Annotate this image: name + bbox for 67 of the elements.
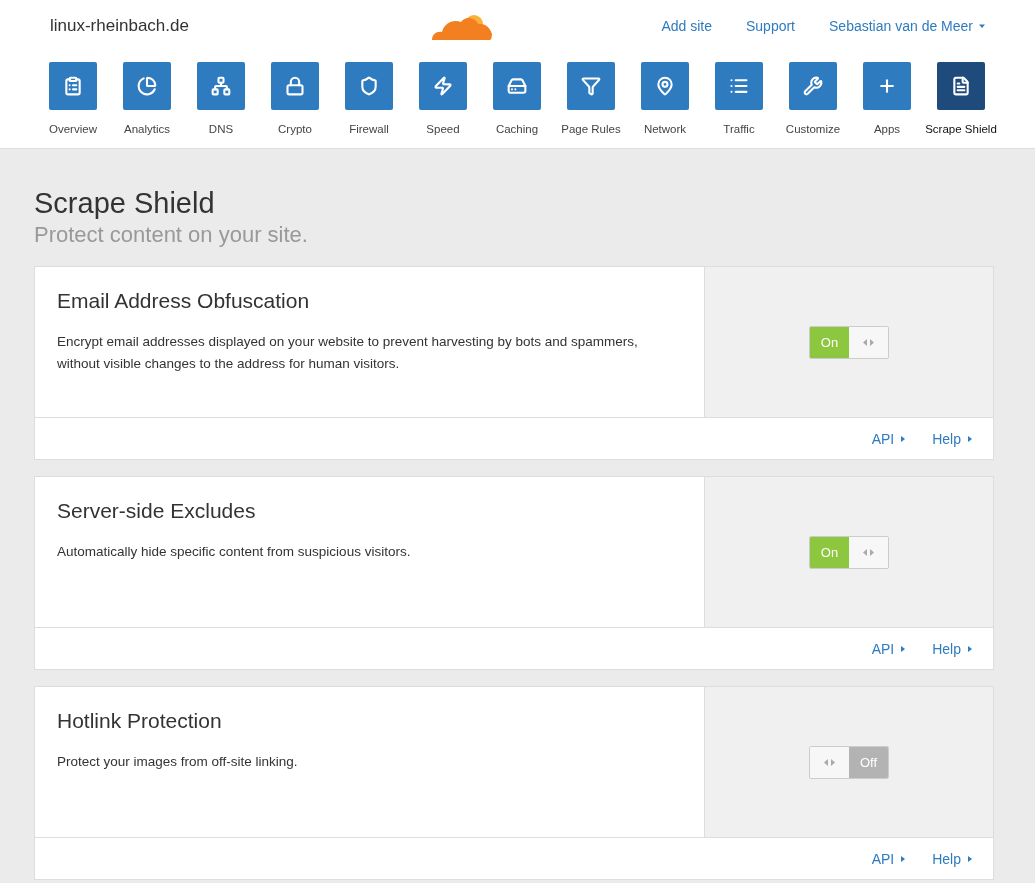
caret-icon xyxy=(900,646,907,652)
firewall-icon xyxy=(359,76,379,96)
card-description: Encrypt email addresses displayed on your website to prevent harvesting by bots and spammers, without visible changes to the address for human visitors. xyxy=(57,333,639,373)
nav-tab[interactable]: Network xyxy=(628,62,702,136)
nav-label: Crypto xyxy=(277,122,313,136)
caret-icon xyxy=(967,646,973,652)
nav-label: Customize xyxy=(784,122,842,136)
caret-icon xyxy=(979,23,985,29)
nav-tab[interactable]: Traffic xyxy=(702,62,776,136)
nav-label: Scrape Shield xyxy=(925,122,997,136)
scrape-icon xyxy=(951,76,971,96)
dns-icon xyxy=(211,76,231,96)
nav-label: Page Rules xyxy=(560,122,622,136)
card-title: Server-side Excludes xyxy=(57,499,257,523)
speed-icon xyxy=(433,76,453,96)
nav-tab[interactable]: Apps xyxy=(850,62,924,136)
card-title: Email Address Obfuscation xyxy=(57,289,311,313)
header-link[interactable]: Add site xyxy=(661,18,712,34)
crypto-icon xyxy=(285,76,305,96)
nav-tab[interactable]: Customize xyxy=(776,62,850,136)
card-description: Protect your images from off-site linking. xyxy=(57,753,299,771)
nav-tab[interactable]: Analytics xyxy=(110,62,184,136)
nav-label: Overview xyxy=(48,122,98,136)
traffic-icon xyxy=(729,76,749,96)
footer-link[interactable]: Help xyxy=(932,431,973,447)
nav-tab[interactable]: DNS xyxy=(184,62,258,136)
nav-label: Traffic xyxy=(722,122,756,136)
nav-tab[interactable]: Caching xyxy=(480,62,554,136)
nav-label: Speed xyxy=(425,122,461,136)
network-icon xyxy=(655,76,675,96)
nav-tab[interactable]: Scrape Shield xyxy=(924,62,998,136)
nav-label: DNS xyxy=(207,122,235,136)
pagerules-icon xyxy=(581,76,601,96)
nav-label: Network xyxy=(642,122,688,136)
footer-link[interactable]: Help xyxy=(932,851,973,867)
caret-icon xyxy=(967,436,973,442)
analytics-icon xyxy=(137,76,157,96)
nav-tab[interactable]: Firewall xyxy=(332,62,406,136)
footer-link[interactable]: API xyxy=(871,431,907,447)
nav-tab[interactable]: Speed xyxy=(406,62,480,136)
nav-label: Analytics xyxy=(123,122,171,136)
nav-tab[interactable]: Overview xyxy=(36,62,110,136)
footer-link[interactable]: Help xyxy=(932,641,973,657)
arrows-icon xyxy=(863,338,874,346)
site-domain: linux-rheinbach.de xyxy=(50,16,190,36)
arrows-icon xyxy=(863,548,874,556)
card-title: Hotlink Protection xyxy=(57,709,223,733)
page-title: Scrape Shield xyxy=(34,187,216,220)
caret-icon xyxy=(900,436,907,442)
nav-label: Firewall xyxy=(348,122,390,136)
nav-label: Apps xyxy=(872,122,902,136)
footer-link[interactable]: API xyxy=(871,641,907,657)
footer-link[interactable]: API xyxy=(871,851,907,867)
nav-label: Caching xyxy=(494,122,540,136)
user-menu[interactable]: Sebastian van de Meer xyxy=(829,18,985,34)
customize-icon xyxy=(803,76,823,96)
nav-tab[interactable]: Crypto xyxy=(258,62,332,136)
caching-icon xyxy=(507,76,527,96)
page-subtitle: Protect content on your site. xyxy=(34,222,309,248)
caret-icon xyxy=(900,856,907,862)
header-link[interactable]: Support xyxy=(745,18,795,34)
card-description: Automatically hide specific content from suspicious visitors. xyxy=(57,543,412,561)
caret-icon xyxy=(967,856,973,862)
arrows-icon xyxy=(824,758,835,766)
overview-icon xyxy=(63,76,83,96)
nav-tab[interactable]: Page Rules xyxy=(554,62,628,136)
apps-icon xyxy=(877,76,897,96)
